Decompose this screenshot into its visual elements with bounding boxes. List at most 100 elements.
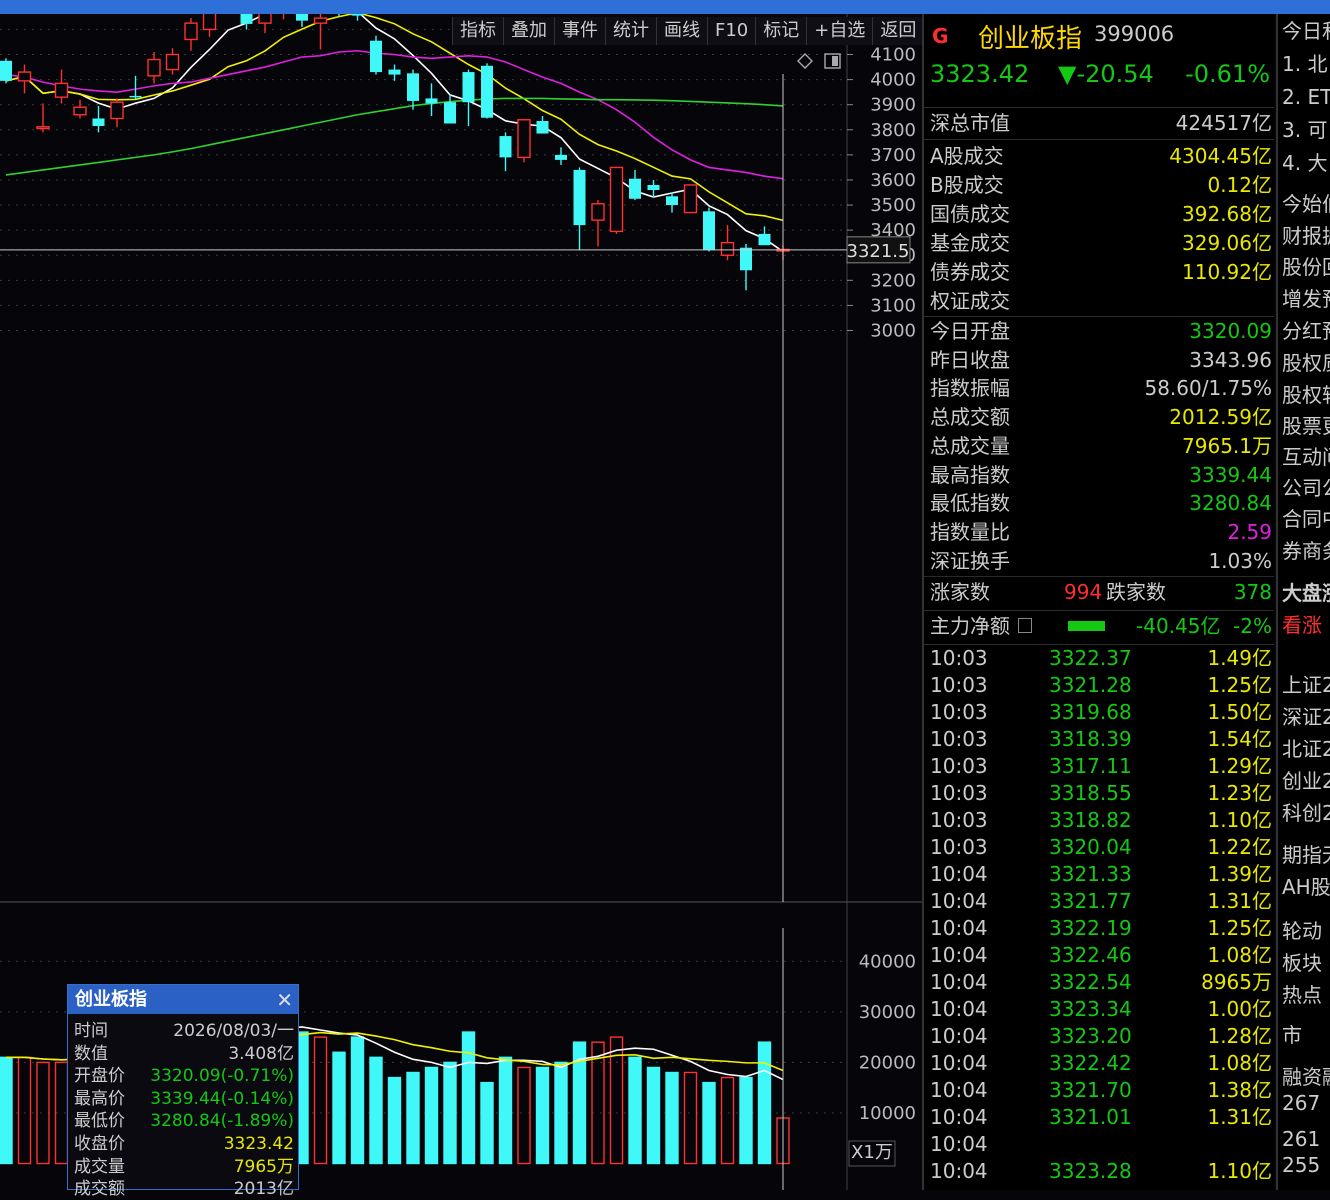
- candle[interactable]: [629, 169, 641, 201]
- candle[interactable]: [370, 35, 382, 75]
- sidebar-item[interactable]: 板块: [1282, 950, 1322, 976]
- toolbar-event-button[interactable]: 事件: [554, 17, 605, 45]
- volume-bar[interactable]: [535, 1066, 550, 1165]
- candle[interactable]: [703, 207, 715, 252]
- volume-bar[interactable]: [665, 1071, 679, 1165]
- sidebar-item[interactable]: 科创2: [1282, 800, 1330, 826]
- candle[interactable]: [720, 225, 735, 261]
- candle[interactable]: [536, 115, 549, 134]
- sidebar-item[interactable]: 北证2: [1282, 736, 1330, 762]
- volume-bar[interactable]: [424, 1066, 439, 1165]
- candle[interactable]: [258, 14, 272, 34]
- candle[interactable]: [591, 200, 605, 247]
- toolbar-indicator-button[interactable]: 指标: [452, 17, 503, 45]
- volume-bar[interactable]: [683, 1071, 698, 1165]
- sidebar-item[interactable]: 今日和: [1282, 18, 1330, 44]
- volume-bar[interactable]: [387, 1076, 402, 1165]
- volume-bar[interactable]: [720, 1076, 735, 1165]
- sidebar-item[interactable]: 大盘涨: [1282, 580, 1330, 606]
- sidebar-item[interactable]: 255: [1282, 1152, 1320, 1178]
- sidebar-item[interactable]: 股票更: [1282, 413, 1330, 439]
- toolbar-back-button[interactable]: 返回: [872, 17, 923, 45]
- candle[interactable]: [555, 147, 567, 165]
- candle[interactable]: [313, 14, 328, 50]
- sidebar-item[interactable]: 看涨: [1282, 612, 1322, 638]
- candle[interactable]: [481, 63, 493, 119]
- volume-bar[interactable]: [313, 1036, 328, 1165]
- sidebar-item[interactable]: 公司公: [1282, 475, 1330, 501]
- candle[interactable]: [278, 14, 290, 20]
- candle[interactable]: [147, 52, 161, 84]
- sidebar-item[interactable]: 融资融: [1282, 1064, 1330, 1090]
- toolbar-draw-button[interactable]: 画线: [656, 17, 707, 45]
- sidebar-item[interactable]: 261: [1282, 1126, 1320, 1152]
- candle[interactable]: [165, 48, 180, 75]
- close-icon[interactable]: ✕: [276, 988, 293, 1012]
- candle[interactable]: [425, 83, 438, 116]
- sidebar-item[interactable]: 1. 北: [1282, 51, 1327, 77]
- candle[interactable]: [73, 99, 87, 119]
- sidebar-item[interactable]: 合同中: [1282, 506, 1330, 532]
- sidebar-item[interactable]: 267: [1282, 1090, 1320, 1116]
- sidebar-item[interactable]: 深证2: [1282, 704, 1330, 730]
- sidebar-item[interactable]: 4. 大: [1282, 150, 1327, 176]
- volume-bar[interactable]: [406, 1071, 420, 1165]
- volume-bar[interactable]: [36, 1061, 50, 1165]
- candle[interactable]: [351, 14, 364, 21]
- toolbar-overlay-button[interactable]: 叠加: [503, 17, 554, 45]
- volume-bar[interactable]: [554, 1061, 568, 1165]
- candle[interactable]: [92, 105, 105, 133]
- sidebar-item[interactable]: 今始伯: [1282, 191, 1330, 217]
- candle[interactable]: [388, 64, 401, 81]
- sidebar-item[interactable]: 轮动: [1282, 918, 1322, 944]
- sidebar-item[interactable]: 股份回: [1282, 254, 1330, 280]
- volume-bar[interactable]: [757, 1041, 772, 1165]
- sidebar-item[interactable]: 期指无: [1282, 842, 1330, 868]
- volume-bar[interactable]: [332, 1051, 346, 1165]
- candle[interactable]: [296, 14, 308, 27]
- candle[interactable]: [36, 103, 50, 133]
- sidebar-item[interactable]: 股权转: [1282, 382, 1330, 408]
- candle[interactable]: [499, 132, 512, 172]
- sidebar-item[interactable]: 股权质: [1282, 350, 1330, 376]
- volume-bar[interactable]: [0, 1056, 13, 1165]
- sidebar-item[interactable]: 增发预: [1282, 286, 1330, 312]
- candle[interactable]: [758, 226, 771, 246]
- toolbar-statistics-button[interactable]: 统计: [605, 17, 656, 45]
- candle[interactable]: [407, 69, 419, 110]
- candle[interactable]: [110, 98, 124, 128]
- sidebar-item[interactable]: 财报披: [1282, 223, 1330, 249]
- sidebar-item[interactable]: 互动问: [1282, 444, 1330, 470]
- volume-bar[interactable]: [517, 1066, 531, 1165]
- sidebar-item[interactable]: 创业2: [1282, 768, 1330, 794]
- volume-bar[interactable]: [17, 1056, 32, 1165]
- list-icon[interactable]: [1018, 618, 1032, 633]
- candle[interactable]: [184, 18, 198, 51]
- candle[interactable]: [202, 14, 217, 37]
- candle[interactable]: [683, 184, 698, 214]
- volume-bar[interactable]: [369, 1056, 383, 1165]
- candle[interactable]: [666, 192, 678, 213]
- volume-bar[interactable]: [443, 1061, 457, 1165]
- volume-bar[interactable]: [702, 1081, 716, 1165]
- toolbar-f10-button[interactable]: F10: [707, 17, 755, 45]
- volume-bar[interactable]: [646, 1066, 661, 1165]
- sidebar-item[interactable]: 上证2: [1282, 672, 1330, 698]
- volume-bar[interactable]: [350, 1036, 365, 1165]
- sidebar-item[interactable]: 热点: [1282, 982, 1322, 1008]
- candle[interactable]: [444, 94, 456, 124]
- sidebar-item[interactable]: 券商务: [1282, 538, 1330, 564]
- candle[interactable]: [740, 243, 752, 291]
- toolbar-mark-button[interactable]: 标记: [755, 17, 806, 45]
- volume-bar[interactable]: [591, 1041, 605, 1165]
- sidebar-item[interactable]: AH股: [1282, 874, 1330, 900]
- candle[interactable]: [517, 119, 531, 163]
- candle[interactable]: [17, 64, 32, 94]
- candle[interactable]: [573, 167, 586, 251]
- sidebar-item[interactable]: 3. 可: [1282, 117, 1327, 143]
- candle[interactable]: [609, 166, 624, 234]
- diamond-icon[interactable]: [797, 53, 813, 69]
- candle[interactable]: [462, 69, 475, 127]
- sidebar-item[interactable]: 市: [1282, 1022, 1302, 1048]
- candle[interactable]: [240, 14, 253, 30]
